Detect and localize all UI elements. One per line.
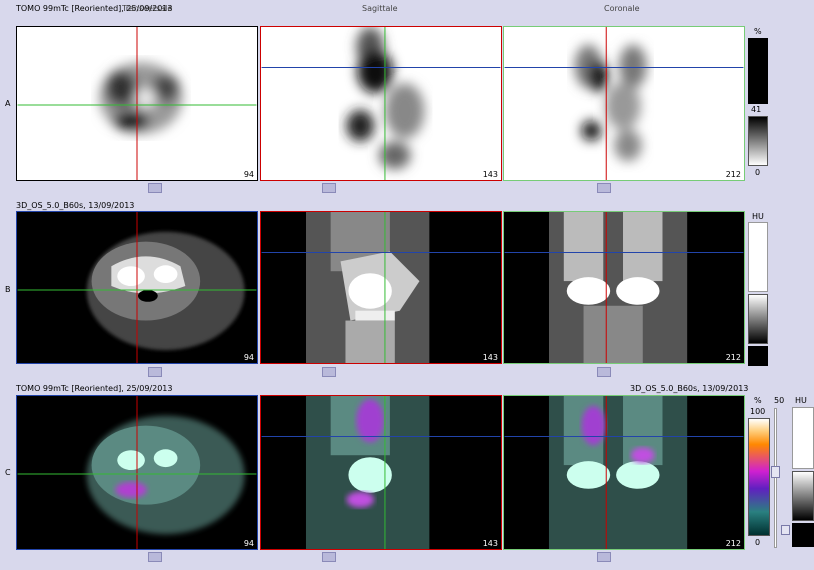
- fusion-sagittale-image: [261, 396, 501, 549]
- fusion-slice-number-transversale: 94: [243, 539, 254, 548]
- spect-transversale-image: [17, 27, 257, 180]
- colorbar-c-hu-white-segment: [792, 407, 814, 469]
- blend-slider-value: 50: [774, 396, 785, 405]
- fusion-transversale-view[interactable]: 94: [16, 395, 258, 550]
- spect-coronale-view[interactable]: 212: [503, 26, 745, 181]
- colorbar-c-min: 0: [755, 538, 761, 547]
- colorbar-c-hu-black-segment: [792, 523, 814, 547]
- ct-transversale-view[interactable]: 94: [16, 211, 258, 364]
- coronale-slice-tab[interactable]: [597, 183, 611, 193]
- fusion-sagittale-slice-tab[interactable]: [322, 552, 336, 562]
- colorbar-c-unit: %: [754, 396, 762, 405]
- sagittale-slice-tab[interactable]: [322, 183, 336, 193]
- col-header-coronale: Coronale: [604, 4, 640, 13]
- spect-transversale-view[interactable]: 94: [16, 26, 258, 181]
- ct-sagittale-slice-tab[interactable]: [322, 367, 336, 377]
- colorbar-c-hu-handle[interactable]: [781, 525, 790, 535]
- spect-sagittale-image: [261, 27, 501, 180]
- row-c-title-right: 3D_OS_5.0_B60s, 13/09/2013: [630, 384, 749, 393]
- fusion-transversale-slice-tab[interactable]: [148, 552, 162, 562]
- fusion-transversale-image: [17, 396, 257, 549]
- row-label-c: C: [5, 468, 11, 477]
- ct-transversale-slice-tab[interactable]: [148, 367, 162, 377]
- ct-transversale-image: [17, 212, 257, 363]
- row-label-b: B: [5, 285, 11, 294]
- blend-slider-handle[interactable]: [771, 466, 780, 478]
- slice-number-coronale: 212: [725, 170, 741, 179]
- colorbar-a-min: 0: [755, 168, 761, 177]
- slice-number-sagittale: 143: [482, 170, 498, 179]
- colorbar-a-black-segment: [748, 38, 768, 104]
- ct-slice-number-sagittale: 143: [482, 353, 498, 362]
- transversale-slice-tab[interactable]: [148, 183, 162, 193]
- row-b-title: 3D_OS_5.0_B60s, 13/09/2013: [16, 201, 135, 210]
- fusion-coronale-image: [504, 396, 744, 549]
- spect-coronale-image: [504, 27, 744, 180]
- colorbar-b-black-segment: [748, 346, 768, 366]
- colorbar-b-gradient[interactable]: [748, 294, 768, 344]
- row-label-a: A: [5, 99, 11, 108]
- fusion-sagittale-view[interactable]: 143: [260, 395, 502, 550]
- colorbar-a-max: 41: [751, 105, 762, 114]
- row-c-title-left: TOMO 99mTc [Reoriented], 25/09/2013: [16, 384, 173, 393]
- colorbar-c-hu-gradient[interactable]: [792, 471, 814, 521]
- colorbar-a-gradient[interactable]: [748, 116, 768, 166]
- fusion-slice-number-coronale: 212: [725, 539, 741, 548]
- ct-sagittale-view[interactable]: 143: [260, 211, 502, 364]
- slice-number-transversale: 94: [243, 170, 254, 179]
- fusion-slice-number-sagittale: 143: [482, 539, 498, 548]
- colorbar-b-white-segment: [748, 222, 768, 292]
- colorbar-b-unit: HU: [752, 212, 764, 221]
- fusion-coronale-view[interactable]: 212: [503, 395, 745, 550]
- col-header-transversale: Transversale: [122, 4, 173, 13]
- fusion-coronale-slice-tab[interactable]: [597, 552, 611, 562]
- spect-sagittale-view[interactable]: 143: [260, 26, 502, 181]
- ct-coronale-image: [504, 212, 744, 363]
- ct-slice-number-transversale: 94: [243, 353, 254, 362]
- ct-sagittale-image: [261, 212, 501, 363]
- blend-slider-track[interactable]: [774, 408, 777, 548]
- ct-slice-number-coronale: 212: [725, 353, 741, 362]
- colorbar-c-max: 100: [750, 407, 766, 416]
- ct-coronale-slice-tab[interactable]: [597, 367, 611, 377]
- ct-coronale-view[interactable]: 212: [503, 211, 745, 364]
- colorbar-a-unit: %: [754, 27, 762, 36]
- colorbar-c-hu-unit: HU: [795, 396, 807, 405]
- colorbar-c-gradient[interactable]: [748, 418, 770, 536]
- col-header-sagittale: Sagittale: [362, 4, 398, 13]
